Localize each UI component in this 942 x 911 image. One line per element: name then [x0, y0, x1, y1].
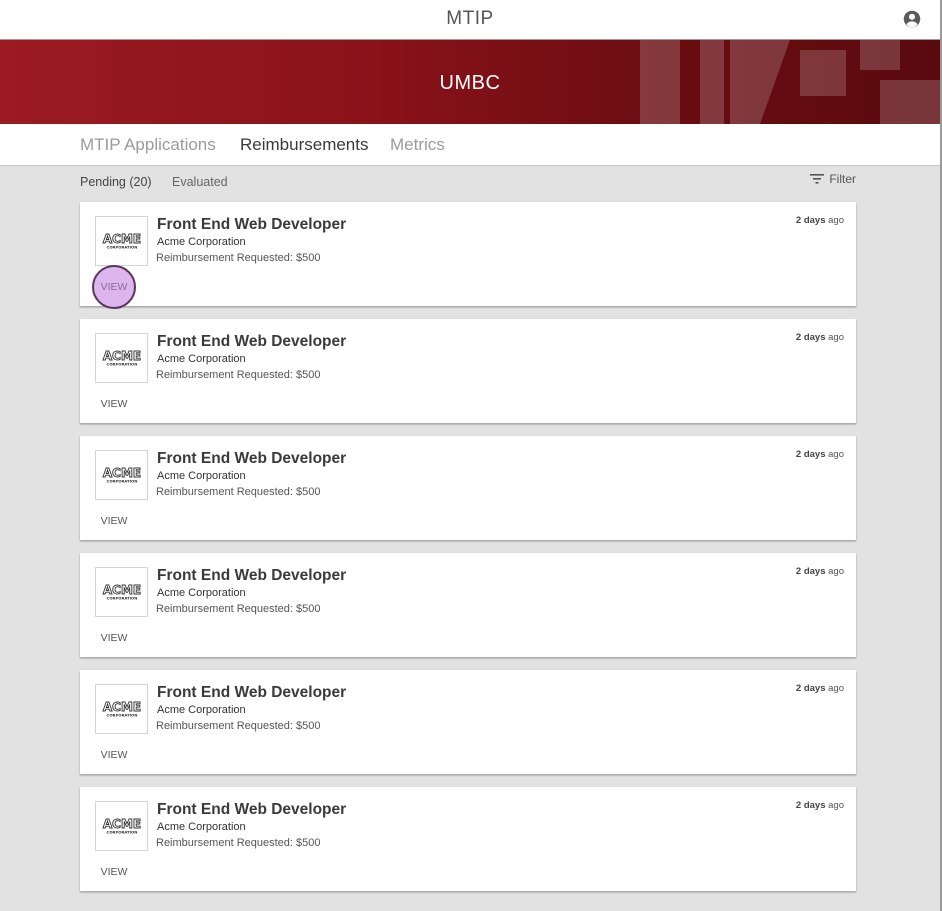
days-count: 2 days — [795, 449, 826, 460]
days-count: 2 days — [795, 800, 826, 811]
svg-text:CORPORATION: CORPORATION — [107, 596, 138, 601]
acme-logo: ACME CORPORATION — [102, 349, 141, 367]
acme-logo: ACME CORPORATION — [102, 700, 141, 718]
acme-logo: ACME CORPORATION — [102, 817, 141, 835]
reimbursement-card: ACME CORPORATION Front End Web Developer… — [80, 553, 856, 657]
svg-text:CORPORATION: CORPORATION — [107, 362, 138, 367]
job-title: Front End Web Developer — [157, 684, 347, 701]
university-banner: UMBC — [0, 40, 940, 124]
company-logo: ACME CORPORATION — [95, 684, 148, 734]
subtab-pending[interactable]: Pending (20) — [80, 175, 152, 189]
company-name: Acme Corporation — [157, 821, 246, 833]
reimbursement-amount: Reimbursement Requested: $500 — [156, 486, 321, 498]
reimbursement-card: ACME CORPORATION Front End Web Developer… — [80, 319, 856, 423]
days-count: 2 days — [795, 215, 826, 226]
top-app-bar: MTIP — [0, 0, 940, 40]
filter-label: Filter — [829, 172, 856, 186]
job-title: Front End Web Developer — [157, 333, 347, 350]
view-button[interactable]: VIEW — [92, 499, 136, 543]
view-button[interactable]: VIEW — [92, 616, 136, 660]
time-ago: 2 days ago — [796, 215, 844, 226]
days-suffix: ago — [828, 800, 844, 811]
svg-text:CORPORATION: CORPORATION — [107, 245, 138, 250]
svg-text:CORPORATION: CORPORATION — [107, 830, 138, 835]
days-suffix: ago — [828, 449, 844, 460]
view-button[interactable]: VIEW — [92, 850, 136, 894]
job-title: Front End Web Developer — [157, 801, 347, 818]
reimbursement-amount: Reimbursement Requested: $500 — [156, 837, 321, 849]
acme-logo: ACME CORPORATION — [102, 466, 141, 484]
reimbursement-card: ACME CORPORATION Front End Web Developer… — [80, 670, 856, 774]
company-name: Acme Corporation — [157, 704, 246, 716]
company-logo: ACME CORPORATION — [95, 450, 148, 500]
view-button[interactable]: VIEW — [92, 382, 136, 426]
days-suffix: ago — [828, 215, 844, 226]
time-ago: 2 days ago — [796, 800, 844, 811]
job-title: Front End Web Developer — [157, 216, 347, 233]
time-ago: 2 days ago — [796, 566, 844, 577]
company-logo: ACME CORPORATION — [95, 801, 148, 851]
company-name: Acme Corporation — [157, 236, 246, 248]
banner-title: UMBC — [439, 72, 501, 94]
svg-text:CORPORATION: CORPORATION — [107, 479, 138, 484]
reimbursement-card: ACME CORPORATION Front End Web Developer… — [80, 436, 856, 540]
reimbursement-amount: Reimbursement Requested: $500 — [156, 720, 321, 732]
filter-button[interactable]: Filter — [810, 172, 856, 186]
view-button[interactable]: VIEW — [92, 265, 136, 309]
reimbursement-amount: Reimbursement Requested: $500 — [156, 252, 321, 264]
job-title: Front End Web Developer — [157, 567, 347, 584]
reimbursement-card: ACME CORPORATION Front End Web Developer… — [80, 787, 856, 891]
company-name: Acme Corporation — [157, 470, 246, 482]
days-count: 2 days — [795, 332, 826, 343]
svg-text:CORPORATION: CORPORATION — [107, 713, 138, 718]
account-circle-icon[interactable] — [903, 10, 921, 28]
time-ago: 2 days ago — [796, 683, 844, 694]
days-count: 2 days — [795, 566, 826, 577]
tab-metrics[interactable]: Metrics — [390, 135, 445, 155]
company-logo: ACME CORPORATION — [95, 567, 148, 617]
company-logo: ACME CORPORATION — [95, 216, 148, 266]
view-button[interactable]: VIEW — [92, 733, 136, 777]
days-suffix: ago — [828, 566, 844, 577]
company-name: Acme Corporation — [157, 587, 246, 599]
app-title: MTIP — [446, 8, 494, 29]
tab-reimbursements[interactable]: Reimbursements — [240, 135, 369, 155]
acme-logo: ACME CORPORATION — [102, 583, 141, 601]
days-suffix: ago — [828, 332, 844, 343]
tab-mtip-applications[interactable]: MTIP Applications — [80, 135, 216, 155]
reimbursement-amount: Reimbursement Requested: $500 — [156, 369, 321, 381]
time-ago: 2 days ago — [796, 449, 844, 460]
days-suffix: ago — [828, 683, 844, 694]
reimbursement-amount: Reimbursement Requested: $500 — [156, 603, 321, 615]
time-ago: 2 days ago — [796, 332, 844, 343]
days-count: 2 days — [795, 683, 826, 694]
main-tabs: MTIP Applications Reimbursements Metrics — [0, 124, 940, 166]
filter-icon — [810, 174, 825, 184]
company-name: Acme Corporation — [157, 353, 246, 365]
acme-logo: ACME CORPORATION — [102, 232, 141, 250]
job-title: Front End Web Developer — [157, 450, 347, 467]
subtab-evaluated[interactable]: Evaluated — [172, 175, 228, 189]
company-logo: ACME CORPORATION — [95, 333, 148, 383]
reimbursement-card: ACME CORPORATION Front End Web Developer… — [80, 202, 856, 309]
